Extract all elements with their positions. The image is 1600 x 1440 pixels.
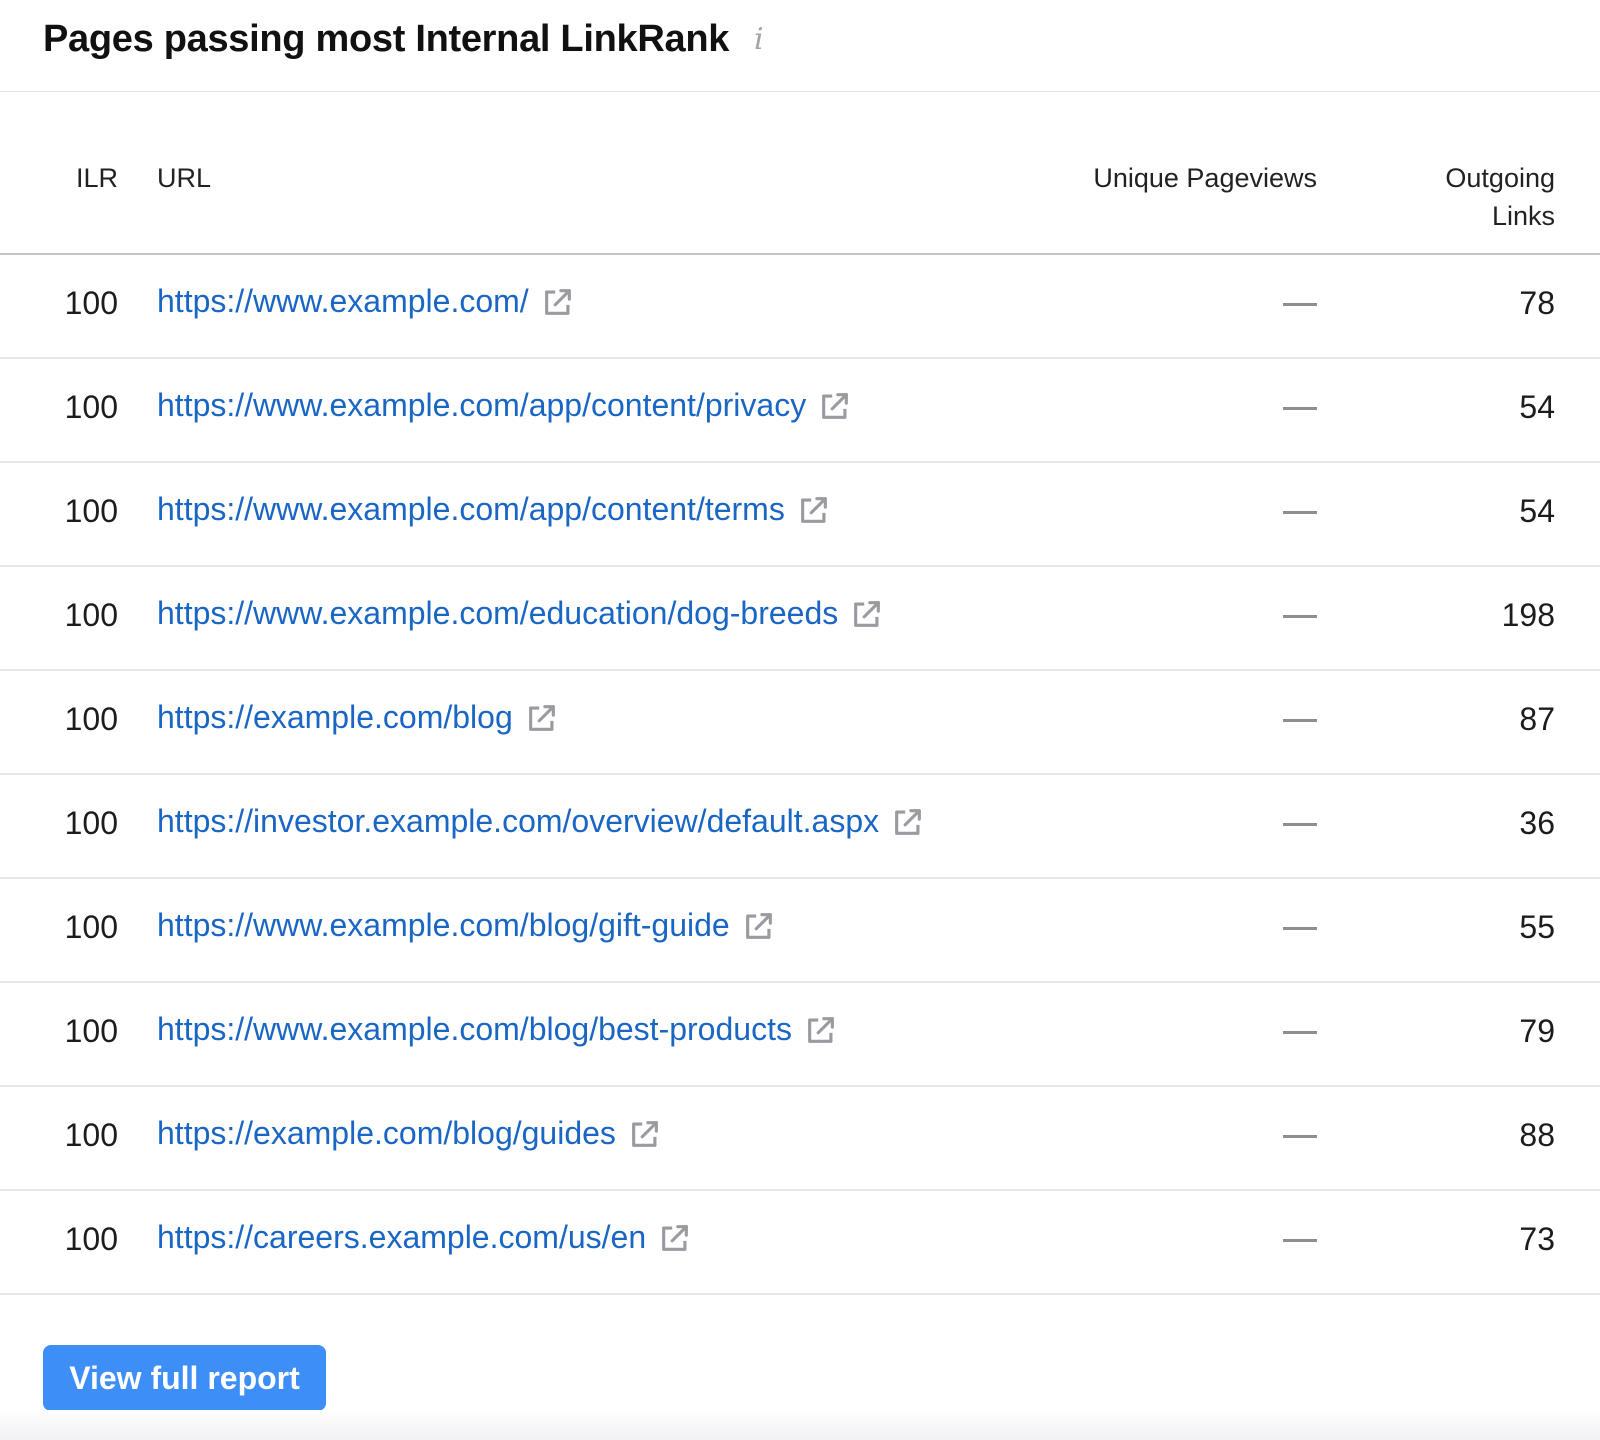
url-cell: https://careers.example.com/us/en — [157, 1219, 692, 1256]
table-row: 100 https://www.example.com/app/content/p… — [0, 359, 1600, 463]
unique-pageviews-empty-dash — [1283, 303, 1317, 306]
ilr-value: 100 — [64, 1221, 118, 1257]
unique-pageviews-empty-dash — [1283, 1135, 1317, 1138]
external-link-icon[interactable] — [891, 805, 925, 839]
ilr-value: 100 — [64, 285, 118, 321]
unique-pageviews-empty-dash — [1283, 1031, 1317, 1034]
url-cell: https://www.example.com/ — [157, 283, 575, 320]
external-link-icon[interactable] — [818, 389, 852, 423]
outgoing-links-value: 54 — [1519, 493, 1555, 529]
ilr-value: 100 — [64, 597, 118, 633]
external-link-icon[interactable] — [797, 493, 831, 527]
table-row: 100 https://www.example.com/78 — [0, 255, 1600, 359]
column-header-ilr[interactable]: ILR — [76, 159, 118, 197]
outgoing-links-value: 87 — [1519, 701, 1555, 737]
table-row: 100 https://www.example.com/blog/gift-gui… — [0, 879, 1600, 983]
url-link[interactable]: https://www.example.com/blog/gift-guide — [157, 907, 730, 944]
external-link-icon[interactable] — [742, 909, 776, 943]
url-link[interactable]: https://www.example.com/app/content/priv… — [157, 387, 806, 424]
outgoing-links-value: 88 — [1519, 1117, 1555, 1153]
url-cell: https://www.example.com/blog/gift-guide — [157, 907, 776, 944]
outgoing-links-value: 73 — [1519, 1221, 1555, 1257]
url-link[interactable]: https://www.example.com/education/dog-br… — [157, 595, 838, 632]
column-header-outgoing-links[interactable]: Outgoing Links — [1395, 159, 1555, 235]
url-cell: https://www.example.com/app/content/term… — [157, 491, 831, 528]
url-link[interactable]: https://careers.example.com/us/en — [157, 1219, 646, 1256]
unique-pageviews-empty-dash — [1283, 823, 1317, 826]
url-link[interactable]: https://example.com/blog — [157, 699, 513, 736]
table-row: 100 https://careers.example.com/us/en 73 — [0, 1191, 1600, 1295]
ilr-value: 100 — [64, 909, 118, 945]
external-link-icon[interactable] — [850, 597, 884, 631]
table-row: 100 https://example.com/blog/guides 88 — [0, 1087, 1600, 1191]
ilr-value: 100 — [64, 805, 118, 841]
ilr-value: 100 — [64, 1013, 118, 1049]
unique-pageviews-empty-dash — [1283, 927, 1317, 930]
outgoing-links-value: 78 — [1519, 285, 1555, 321]
unique-pageviews-empty-dash — [1283, 615, 1317, 618]
table-row: 100 https://www.example.com/education/dog… — [0, 567, 1600, 671]
table-row: 100 https://investor.example.com/overview… — [0, 775, 1600, 879]
url-cell: https://example.com/blog — [157, 699, 559, 736]
url-link[interactable]: https://investor.example.com/overview/de… — [157, 803, 879, 840]
unique-pageviews-empty-dash — [1283, 511, 1317, 514]
outgoing-links-value: 55 — [1519, 909, 1555, 945]
external-link-icon[interactable] — [541, 285, 575, 319]
url-link[interactable]: https://www.example.com/app/content/term… — [157, 491, 785, 528]
external-link-icon[interactable] — [658, 1221, 692, 1255]
table-row: 100 https://www.example.com/app/content/t… — [0, 463, 1600, 567]
outgoing-links-value: 36 — [1519, 805, 1555, 841]
url-cell: https://www.example.com/blog/best-produc… — [157, 1011, 838, 1048]
table-body: 100 https://www.example.com/78 100 https://… — [0, 255, 1600, 1295]
url-link[interactable]: https://www.example.com/ — [157, 283, 529, 320]
view-full-report-button[interactable]: View full report — [43, 1345, 326, 1411]
bottom-fade — [0, 1410, 1600, 1440]
external-link-icon[interactable] — [628, 1117, 662, 1151]
url-cell: https://investor.example.com/overview/de… — [157, 803, 925, 840]
outgoing-links-value: 79 — [1519, 1013, 1555, 1049]
external-link-icon[interactable] — [804, 1013, 838, 1047]
unique-pageviews-empty-dash — [1283, 1239, 1317, 1242]
outgoing-links-value: 54 — [1519, 389, 1555, 425]
url-cell: https://example.com/blog/guides — [157, 1115, 662, 1152]
ilr-value: 100 — [64, 701, 118, 737]
column-header-unique-pageviews[interactable]: Unique Pageviews — [1093, 159, 1317, 197]
url-cell: https://www.example.com/education/dog-br… — [157, 595, 884, 632]
table-header: ILR URL Unique Pageviews Outgoing Links — [0, 92, 1600, 255]
table-row: 100 https://www.example.com/blog/best-pro… — [0, 983, 1600, 1087]
url-link[interactable]: https://example.com/blog/guides — [157, 1115, 616, 1152]
table-row: 100 https://example.com/blog 87 — [0, 671, 1600, 775]
external-link-icon[interactable] — [525, 701, 559, 735]
column-header-url[interactable]: URL — [157, 159, 211, 197]
ilr-value: 100 — [64, 389, 118, 425]
url-cell: https://www.example.com/app/content/priv… — [157, 387, 852, 424]
unique-pageviews-empty-dash — [1283, 407, 1317, 410]
outgoing-links-value: 198 — [1501, 597, 1555, 633]
unique-pageviews-empty-dash — [1283, 719, 1317, 722]
ilr-value: 100 — [64, 493, 118, 529]
info-icon[interactable]: i — [754, 22, 764, 57]
widget-title: Pages passing most Internal LinkRank — [43, 18, 730, 60]
widget-header: Pages passing most Internal LinkRank i — [0, 0, 1600, 92]
ilr-value: 100 — [64, 1117, 118, 1153]
url-link[interactable]: https://www.example.com/blog/best-produc… — [157, 1011, 792, 1048]
